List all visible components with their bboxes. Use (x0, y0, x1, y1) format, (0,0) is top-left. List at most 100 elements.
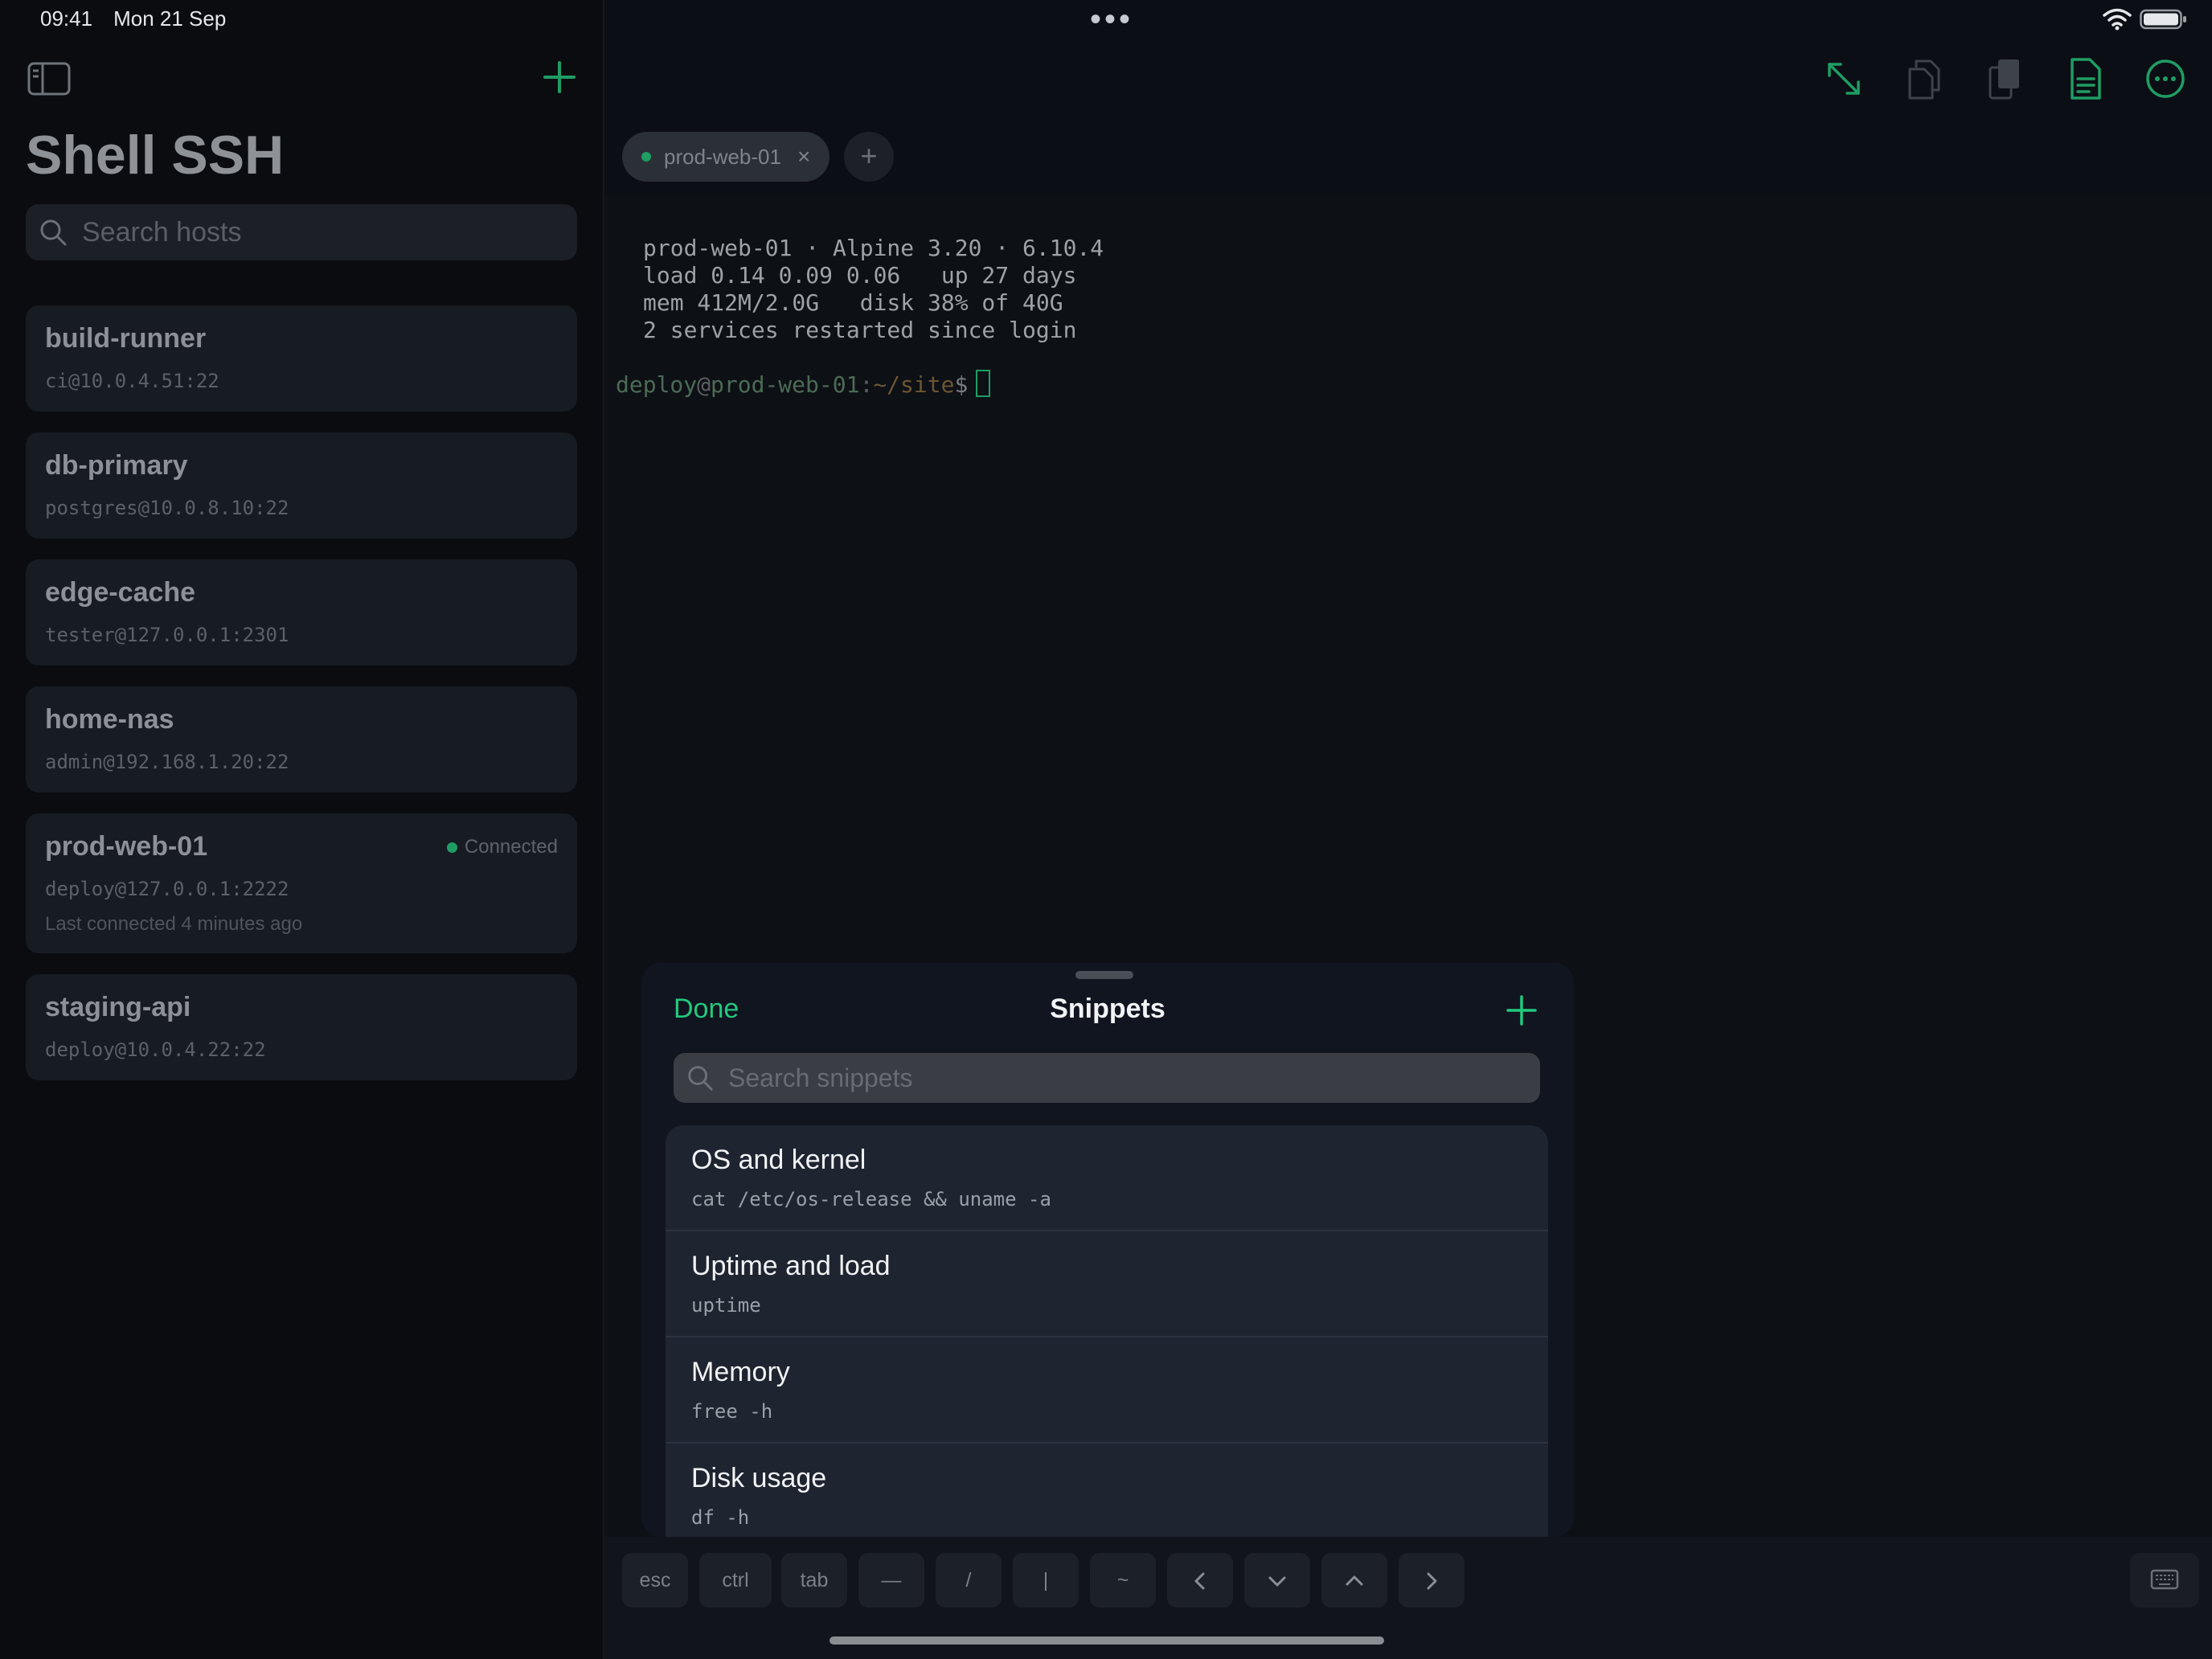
chevron-down-icon (1268, 1576, 1286, 1587)
terminal-output[interactable]: prod-web-01 · Alpine 3.20 · 6.10.4 load 0… (604, 195, 2212, 1537)
snippet-name: Disk usage (691, 1463, 827, 1493)
more-options-icon[interactable] (2143, 56, 2188, 101)
tab-label: prod-web-01 (664, 144, 781, 169)
key-arrow-down[interactable] (1244, 1553, 1310, 1608)
host-address: deploy@127.0.0.1:2222 (45, 878, 289, 900)
multitasking-dots[interactable]: ••• (1090, 3, 1133, 35)
snippet-command: uptime (691, 1294, 761, 1317)
motd-line: prod-web-01 · Alpine 3.20 · 6.10.4 (643, 235, 1104, 261)
snippet-name: OS and kernel (691, 1145, 866, 1175)
home-indicator[interactable] (830, 1636, 1384, 1645)
key-tilde[interactable]: ~ (1090, 1553, 1156, 1608)
status-bar-left: 09:41 Mon 21 Sep (40, 6, 247, 31)
snippet-item[interactable]: Uptime and load uptime (666, 1231, 1548, 1337)
session-tab-bar: prod-web-01 × + (604, 129, 2212, 195)
done-button[interactable]: Done (674, 993, 739, 1025)
snippet-search-bar[interactable] (674, 1053, 1540, 1103)
snippets-sheet: Snippets Done OS and kernel cat (641, 963, 1574, 1537)
connected-status-text: Connected (464, 836, 558, 858)
key-pipe[interactable]: | (1013, 1553, 1079, 1608)
new-tab-button[interactable]: + (844, 132, 894, 182)
host-address: ci@10.0.4.51:22 (45, 370, 219, 392)
sidebar: 09:41 Mon 21 Sep Shell SSH build-runner c… (0, 0, 604, 1659)
key-slash[interactable]: / (936, 1553, 1002, 1608)
sidebar-toggle-icon[interactable] (27, 61, 71, 96)
connected-dot-icon (641, 152, 651, 162)
snippet-name: Uptime and load (691, 1251, 891, 1281)
snippet-list: OS and kernel cat /etc/os-release && una… (666, 1125, 1548, 1537)
battery-icon (2140, 9, 2186, 30)
search-snippets-input[interactable] (727, 1062, 1518, 1094)
hide-keyboard-button[interactable] (2130, 1553, 2199, 1608)
key-arrow-left[interactable] (1167, 1553, 1233, 1608)
wifi-icon (2103, 8, 2132, 31)
keyboard-icon (2150, 1569, 2179, 1590)
terminal-pane: ••• prod-web-01 × + prod-web-01 · Alpine… (604, 0, 2212, 1659)
motd-line: load 0.14 0.09 0.06 up 27 days (643, 262, 1077, 289)
sheet-grabber-handle[interactable] (1075, 971, 1133, 979)
snippets-document-icon[interactable] (2062, 56, 2108, 101)
session-tab-prod-web-01[interactable]: prod-web-01 × (622, 132, 830, 182)
host-name: edge-cache (45, 577, 196, 608)
snippet-item[interactable]: OS and kernel cat /etc/os-release && una… (666, 1125, 1548, 1231)
snippet-item[interactable]: Memory free -h (666, 1337, 1548, 1444)
key-esc[interactable]: esc (622, 1553, 688, 1608)
search-hosts-input[interactable] (80, 215, 566, 249)
snippet-command: free -h (691, 1400, 773, 1423)
host-name: staging-api (45, 992, 191, 1022)
key-ctrl[interactable]: ctrl (699, 1553, 772, 1608)
host-name: db-primary (45, 450, 188, 481)
terminal-cursor (976, 370, 991, 397)
prompt-host: prod-web-01 (711, 371, 860, 398)
close-tab-icon[interactable]: × (797, 144, 810, 170)
host-card-staging-api[interactable]: staging-api deploy@10.0.4.22:22 (26, 974, 577, 1080)
search-icon (688, 1066, 713, 1091)
host-card-home-nas[interactable]: home-nas admin@192.168.1.20:22 (26, 686, 577, 793)
status-bar-right (2103, 8, 2188, 31)
snippet-name: Memory (691, 1357, 790, 1387)
host-card-db-primary[interactable]: db-primary postgres@10.0.8.10:22 (26, 432, 577, 539)
status-time: 09:41 (40, 6, 93, 31)
key-dash[interactable]: — (858, 1553, 924, 1608)
connected-status-badge: Connected (446, 836, 558, 858)
prompt-at: @ (697, 371, 711, 398)
host-search-bar[interactable] (26, 204, 577, 260)
extra-keys-bar: esc ctrl tab — / | ~ (604, 1537, 2212, 1659)
host-name: prod-web-01 (45, 831, 208, 862)
prompt-symbol: $ (954, 371, 969, 398)
host-address: admin@192.168.1.20:22 (45, 751, 289, 773)
key-tab[interactable]: tab (781, 1553, 847, 1608)
host-address: deploy@10.0.4.22:22 (45, 1038, 266, 1061)
snippet-command: df -h (691, 1506, 750, 1529)
host-card-prod-web-01[interactable]: prod-web-01 Connected deploy@127.0.0.1:2… (26, 813, 577, 953)
status-date: Mon 21 Sep (113, 6, 227, 31)
snippet-command: cat /etc/os-release && uname -a (691, 1188, 1051, 1210)
motd-line: 2 services restarted since login (643, 317, 1077, 343)
chevron-left-icon (1194, 1572, 1205, 1590)
terminal-motd: prod-web-01 · Alpine 3.20 · 6.10.4 load 0… (643, 235, 1104, 344)
prompt-path: ~/site (873, 371, 955, 398)
key-arrow-right[interactable] (1399, 1553, 1464, 1608)
terminal-toolbar (1821, 56, 2188, 101)
sheet-title: Snippets (1050, 993, 1165, 1024)
app-title: Shell SSH (26, 125, 285, 186)
motd-line: mem 412M/2.0G disk 38% of 40G (643, 289, 1063, 316)
add-snippet-icon[interactable] (1505, 993, 1538, 1027)
prompt-colon: : (859, 371, 874, 398)
host-name: home-nas (45, 704, 174, 735)
paste-icon[interactable] (1982, 56, 2027, 101)
shell-prompt: deploy@prod-web-01:~/site$ (616, 370, 991, 399)
search-icon (40, 219, 67, 246)
add-host-icon[interactable] (540, 58, 579, 96)
chevron-right-icon (1427, 1572, 1437, 1590)
host-card-edge-cache[interactable]: edge-cache tester@127.0.0.1:2301 (26, 559, 577, 666)
copy-icon[interactable] (1902, 56, 1947, 101)
chevron-up-icon (1346, 1575, 1363, 1586)
host-card-build-runner[interactable]: build-runner ci@10.0.4.51:22 (26, 305, 577, 412)
prompt-user: deploy (616, 371, 698, 398)
connected-dot-icon (446, 842, 457, 853)
host-address: postgres@10.0.8.10:22 (45, 497, 289, 519)
fullscreen-icon[interactable] (1821, 56, 1866, 101)
snippet-item[interactable]: Disk usage df -h (666, 1444, 1548, 1537)
key-arrow-up[interactable] (1321, 1553, 1387, 1608)
